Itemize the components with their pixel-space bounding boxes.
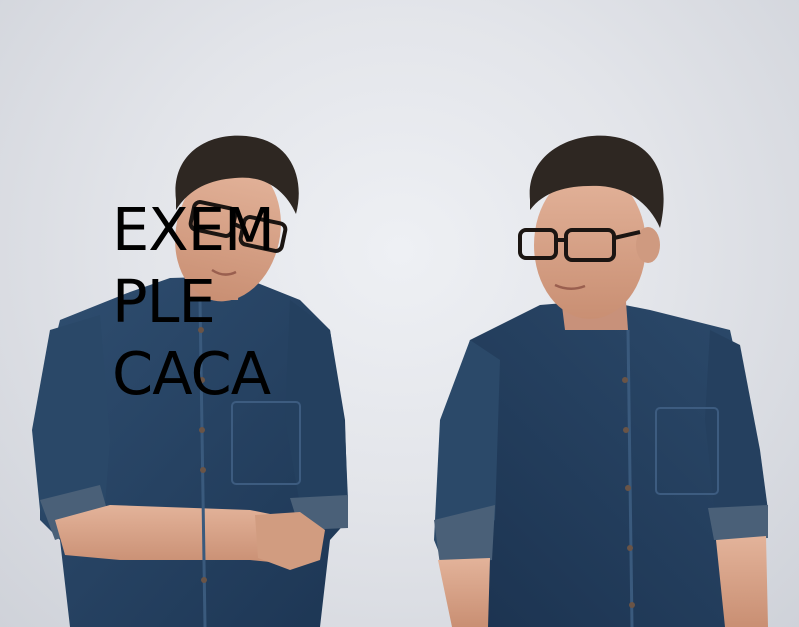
overlay-caption: EXEM PLE CACA [112, 195, 275, 408]
right-person [434, 135, 768, 627]
photo-scene: EXEM PLE CACA [0, 0, 799, 627]
